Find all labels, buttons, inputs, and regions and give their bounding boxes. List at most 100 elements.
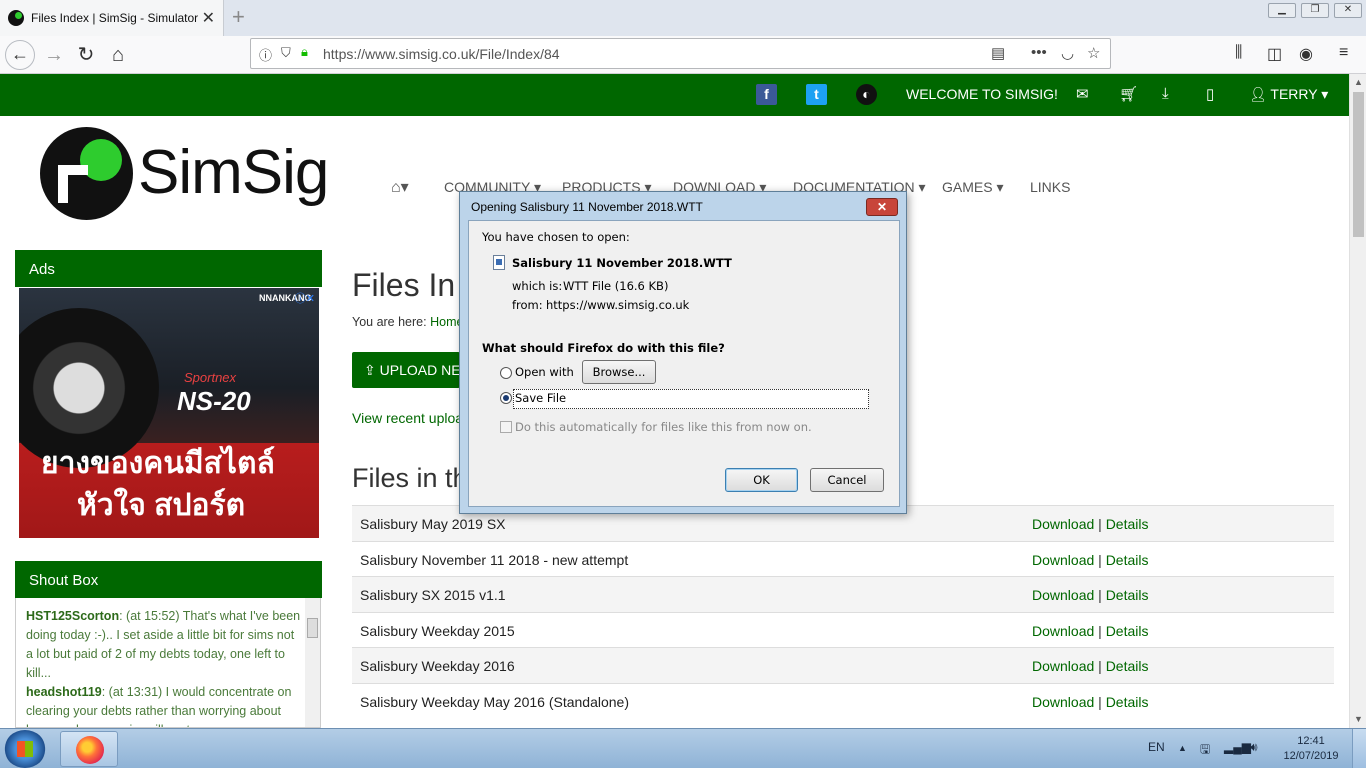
discord-icon[interactable]: ◐ — [856, 84, 877, 105]
nav-links[interactable]: LINKS — [1030, 179, 1070, 195]
tab-close-icon[interactable]: ✕ — [202, 8, 215, 28]
sidebar-toggle-icon[interactable]: ◫ — [1267, 44, 1282, 64]
url-bar[interactable]: ⓘ ⛉ 🔒︎ https://www.simsig.co.uk/File/Ind… — [250, 38, 1111, 69]
details-link[interactable]: Details — [1106, 516, 1149, 532]
restore-button[interactable]: ❐ — [1301, 3, 1329, 18]
new-tab-icon[interactable]: + — [232, 4, 245, 30]
user-icon: 👤︎ — [1249, 86, 1267, 102]
scroll-up-icon[interactable]: ▲ — [1354, 77, 1363, 87]
pocket-icon[interactable]: ◡ — [1061, 44, 1074, 62]
page-actions-icon[interactable]: ••• — [1031, 44, 1047, 61]
download-link[interactable]: Download — [1032, 658, 1094, 674]
window-close-button[interactable]: ✕ — [1334, 3, 1362, 18]
home-icon[interactable]: ⌂▾ — [391, 177, 409, 197]
system-clock[interactable]: 12:41 12/07/2019 — [1280, 734, 1342, 764]
tracking-shield-icon[interactable]: ⛉ — [281, 45, 291, 61]
ads-panel-title: Ads — [15, 250, 322, 287]
nav-games[interactable]: GAMES ▾ — [942, 179, 1004, 196]
details-link[interactable]: Details — [1106, 694, 1149, 710]
volume-icon[interactable]: 🔊︎ — [1250, 740, 1258, 755]
url-text[interactable]: https://www.simsig.co.uk/File/Index/84 — [323, 46, 560, 62]
mobile-icon[interactable]: ▯ — [1206, 85, 1214, 103]
ad-close-icon[interactable]: ⓘ✕ — [295, 290, 315, 306]
mail-icon[interactable]: ✉ — [1076, 85, 1089, 103]
cancel-button[interactable]: Cancel — [810, 468, 884, 492]
shoutbox[interactable]: HST125Scorton: (at 15:52) That's what I'… — [15, 598, 321, 728]
details-link[interactable]: Details — [1106, 552, 1149, 568]
download-link[interactable]: Download — [1032, 694, 1094, 710]
browser-tab[interactable]: Files Index | SimSig - Simulator ✕ — [0, 0, 224, 36]
table-row: Salisbury November 11 2018 - new attempt… — [352, 540, 1334, 577]
ad-brand: Sportnex — [184, 370, 237, 385]
reader-view-icon[interactable]: ▤ — [991, 44, 1005, 62]
scroll-thumb[interactable] — [1353, 92, 1364, 237]
page-scrollbar[interactable]: ▲ ▼ — [1349, 74, 1366, 728]
lock-icon[interactable]: 🔒︎ — [301, 44, 308, 60]
advertisement-banner[interactable]: NNANKANG ⓘ✕ Sportnex NS-20 ยางของคนมีสไต… — [19, 288, 319, 538]
upload-new-button[interactable]: ⇪ UPLOAD NEW — [352, 352, 460, 388]
simsig-logo-icon[interactable] — [40, 127, 133, 220]
shout-user[interactable]: headshot119 — [26, 685, 102, 699]
simsig-favicon-icon — [8, 10, 24, 26]
from-label: from: — [512, 298, 543, 312]
tab-title: Files Index | SimSig - Simulator — [31, 11, 198, 25]
language-indicator[interactable]: EN — [1148, 740, 1165, 754]
from-value: https://www.simsig.co.uk — [546, 298, 690, 312]
table-row: Salisbury Weekday 2015 Download | Detail… — [352, 611, 1334, 648]
ok-button[interactable]: OK — [725, 468, 798, 492]
save-file-label[interactable]: Save File — [515, 391, 566, 405]
ad-tagline-1: ยางของคนมีสไตล์ — [41, 447, 275, 480]
account-icon[interactable]: ◉ — [1299, 44, 1313, 64]
open-with-radio[interactable] — [500, 367, 512, 379]
files-heading: Files in th — [352, 463, 468, 493]
files-table: Salisbury May 2019 SX Download | Details… — [352, 505, 1334, 719]
details-link[interactable]: Details — [1106, 623, 1149, 639]
twitter-icon[interactable]: t — [806, 84, 827, 105]
ad-tagline-2: หัวใจ สปอร์ต — [77, 489, 246, 522]
reload-button[interactable]: ↻ — [71, 40, 101, 70]
download-link[interactable]: Download — [1032, 623, 1094, 639]
browser-tab-bar: Files Index | SimSig - Simulator ✕ + ▁ ❐… — [0, 0, 1366, 36]
page-title: Files In — [352, 267, 456, 303]
clock-date: 12/07/2019 — [1283, 750, 1339, 762]
download-link[interactable]: Download — [1032, 587, 1094, 603]
recent-uploads-link[interactable]: View recent uploads — [352, 410, 460, 426]
open-with-label[interactable]: Open with — [515, 365, 574, 379]
auto-action-label: Do this automatically for files like thi… — [515, 420, 812, 434]
forward-button[interactable]: → — [39, 40, 69, 70]
show-desktop-button[interactable] — [1352, 729, 1366, 768]
start-button[interactable] — [4, 730, 46, 768]
dialog-close-button[interactable]: ✕ — [866, 198, 898, 216]
auto-action-checkbox[interactable] — [500, 421, 512, 433]
bookmark-star-icon[interactable]: ☆ — [1087, 44, 1100, 62]
details-link[interactable]: Details — [1106, 587, 1149, 603]
file-name: Salisbury Weekday 2015 — [360, 622, 515, 639]
details-link[interactable]: Details — [1106, 658, 1149, 674]
minimize-button[interactable]: ▁ — [1268, 3, 1296, 18]
browse-button[interactable]: Browse... — [582, 360, 656, 384]
download-link[interactable]: Download — [1032, 516, 1094, 532]
menu-icon[interactable]: ≡ — [1339, 44, 1348, 62]
scroll-down-icon[interactable]: ▼ — [1354, 714, 1363, 724]
logo-text[interactable]: SimSig — [138, 137, 329, 208]
shout-user[interactable]: HST125Scorton — [26, 609, 119, 623]
save-file-radio[interactable] — [500, 392, 512, 404]
network-icon[interactable]: ▂▄▆ — [1224, 740, 1251, 754]
library-icon[interactable]: ⫼ — [1235, 44, 1242, 62]
tray-expand-icon[interactable]: ▲ — [1178, 743, 1187, 753]
which-is-label: which is: — [512, 279, 563, 293]
download-tray-icon[interactable]: ⤓ — [1162, 85, 1169, 102]
download-link[interactable]: Download — [1032, 552, 1094, 568]
shoutbox-scrollbar[interactable] — [305, 598, 320, 727]
user-name: TERRY — [1270, 86, 1318, 102]
cart-icon[interactable]: 🛒︎ — [1119, 85, 1138, 103]
home-button[interactable]: ⌂ — [103, 40, 133, 70]
device-icon[interactable]: 🖫 — [1200, 740, 1210, 761]
taskbar-firefox[interactable] — [60, 731, 118, 767]
chosen-label: You have chosen to open: — [482, 230, 630, 244]
facebook-icon[interactable]: f — [756, 84, 777, 105]
info-icon[interactable]: ⓘ — [259, 45, 272, 64]
user-menu[interactable]: 👤︎ TERRY ▾ — [1249, 86, 1328, 103]
site-top-bar: f t ◐ WELCOME TO SIMSIG! ✉ 🛒︎ ⤓ ▯ 👤︎ TER… — [0, 74, 1349, 116]
back-button[interactable]: ← — [5, 40, 35, 70]
